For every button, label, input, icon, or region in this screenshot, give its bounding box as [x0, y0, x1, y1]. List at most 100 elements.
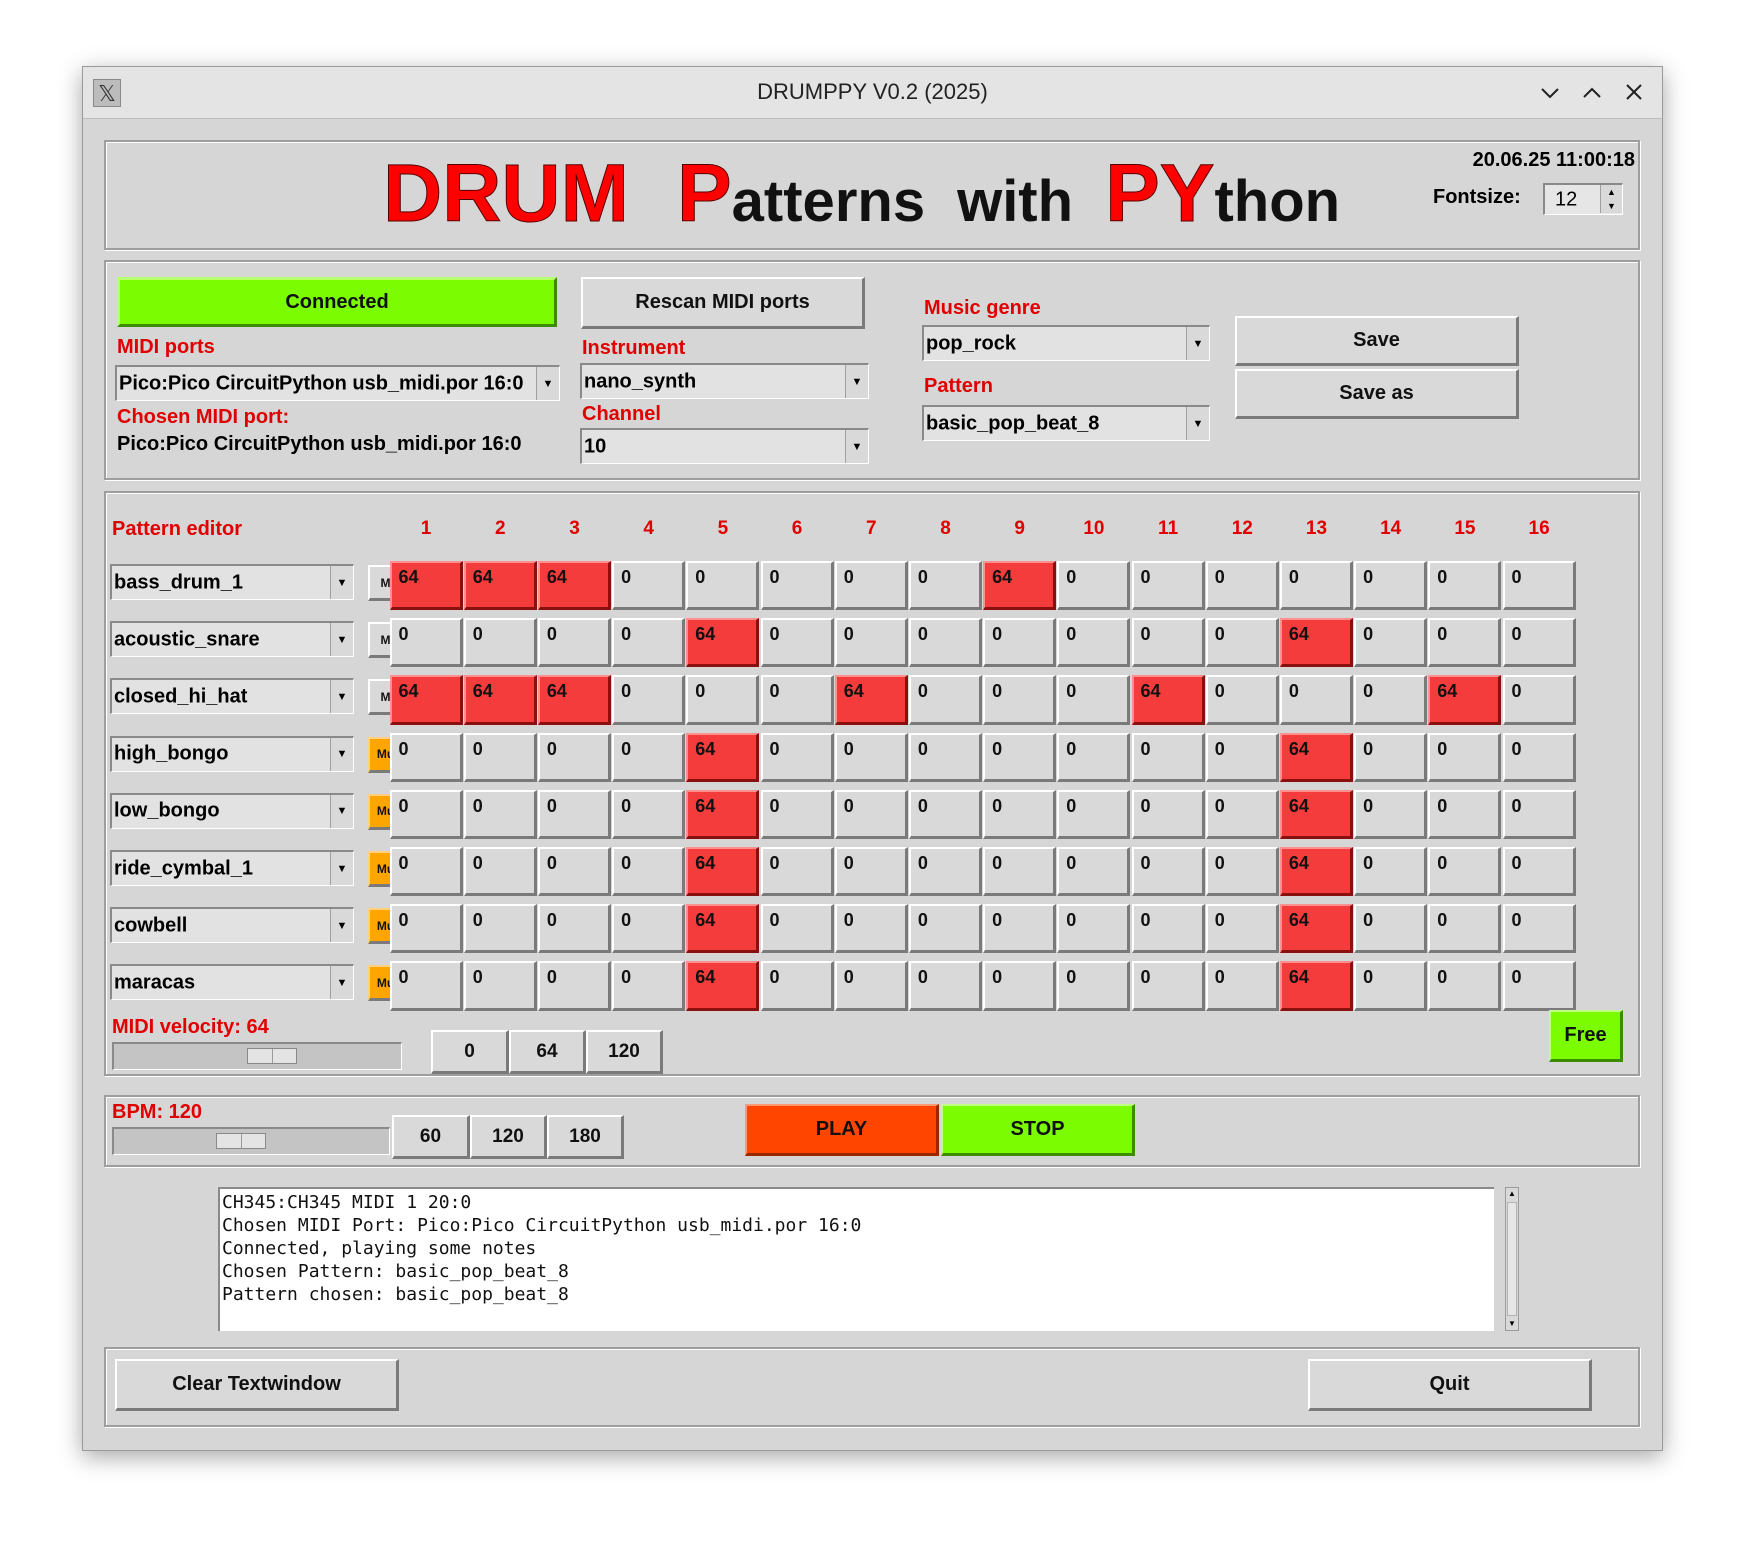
step-cell[interactable]: 0 [1354, 732, 1428, 782]
velocity-slider[interactable] [112, 1042, 402, 1070]
chevron-down-icon[interactable]: ▼ [330, 737, 353, 771]
step-cell[interactable]: 0 [1502, 675, 1576, 725]
step-cell[interactable]: 64 [463, 675, 537, 725]
step-cell[interactable]: 0 [1205, 561, 1279, 611]
step-cell[interactable]: 64 [983, 561, 1057, 611]
step-cell[interactable]: 64 [537, 561, 612, 611]
instrument-row-select[interactable]: ride_cymbal_1 ▼ [110, 850, 354, 886]
step-cell[interactable]: 0 [389, 789, 463, 839]
chevron-down-icon[interactable]: ▼ [1186, 407, 1209, 440]
step-cell[interactable]: 64 [686, 904, 760, 954]
step-cell[interactable]: 0 [760, 961, 834, 1011]
step-cell[interactable]: 0 [983, 675, 1057, 725]
step-cell[interactable]: 0 [908, 561, 983, 611]
step-cell[interactable]: 0 [463, 789, 537, 839]
clear-textwindow-button[interactable]: Clear Textwindow [115, 1359, 399, 1411]
step-cell[interactable]: 0 [1502, 618, 1576, 668]
step-cell[interactable]: 0 [983, 961, 1057, 1011]
step-cell[interactable]: 0 [1428, 732, 1502, 782]
step-cell[interactable]: 0 [834, 789, 908, 839]
step-cell[interactable]: 0 [1428, 961, 1502, 1011]
step-cell[interactable]: 64 [1279, 961, 1354, 1011]
step-cell[interactable]: 0 [908, 618, 983, 668]
chevron-down-icon[interactable]: ▼ [1186, 327, 1209, 360]
step-cell[interactable]: 0 [1057, 561, 1131, 611]
close-icon[interactable] [1619, 75, 1649, 109]
step-cell[interactable]: 64 [686, 618, 760, 668]
instrument-row-select[interactable]: high_bongo ▼ [110, 735, 354, 772]
save-as-button[interactable]: Save as [1235, 369, 1519, 419]
chevron-down-icon[interactable]: ▼ [330, 966, 353, 1000]
step-cell[interactable]: 0 [760, 904, 834, 954]
step-cell[interactable]: 0 [1428, 789, 1502, 839]
step-cell[interactable]: 0 [908, 961, 983, 1011]
step-cell[interactable]: 0 [834, 732, 908, 782]
log-scrollbar[interactable]: ▲ ▼ [1505, 1187, 1519, 1331]
step-cell[interactable]: 0 [834, 618, 908, 668]
step-cell[interactable]: 0 [612, 675, 686, 725]
step-cell[interactable]: 0 [1354, 675, 1428, 725]
step-cell[interactable]: 0 [1057, 618, 1131, 668]
step-cell[interactable]: 0 [537, 618, 612, 668]
step-cell[interactable]: 0 [760, 732, 834, 782]
step-cell[interactable]: 64 [1279, 847, 1354, 897]
quit-button[interactable]: Quit [1308, 1359, 1592, 1411]
step-cell[interactable]: 0 [463, 618, 537, 668]
step-cell[interactable]: 0 [1205, 618, 1279, 668]
step-cell[interactable]: 0 [983, 847, 1057, 897]
step-cell[interactable]: 0 [1057, 732, 1131, 782]
instrument-select[interactable]: nano_synth ▼ [580, 363, 869, 399]
bpm-preset-120[interactable]: 120 [470, 1115, 547, 1159]
step-cell[interactable]: 0 [686, 561, 760, 611]
step-cell[interactable]: 0 [983, 789, 1057, 839]
chevron-down-icon[interactable]: ▼ [330, 680, 353, 714]
step-cell[interactable]: 0 [983, 618, 1057, 668]
step-cell[interactable]: 0 [1502, 961, 1576, 1011]
scroll-thumb[interactable] [1507, 1202, 1517, 1316]
fontsize-spinbox[interactable]: 12 ▲ ▼ [1543, 183, 1623, 215]
step-cell[interactable]: 0 [760, 561, 834, 611]
step-cell[interactable]: 0 [612, 847, 686, 897]
maximize-icon[interactable] [1577, 75, 1607, 109]
step-cell[interactable]: 0 [834, 904, 908, 954]
step-cell[interactable]: 64 [686, 847, 760, 897]
step-cell[interactable]: 0 [908, 847, 983, 897]
step-cell[interactable]: 0 [612, 618, 686, 668]
velocity-preset-120[interactable]: 120 [586, 1030, 663, 1074]
step-cell[interactable]: 0 [834, 961, 908, 1011]
save-button[interactable]: Save [1235, 316, 1519, 366]
step-cell[interactable]: 0 [1354, 847, 1428, 897]
chevron-down-icon[interactable]: ▼ [330, 794, 353, 828]
step-cell[interactable]: 64 [1279, 618, 1354, 668]
pattern-select[interactable]: basic_pop_beat_8 ▼ [922, 405, 1210, 441]
step-cell[interactable]: 0 [1057, 789, 1131, 839]
step-cell[interactable]: 0 [389, 847, 463, 897]
instrument-row-select[interactable]: maracas ▼ [110, 964, 354, 1001]
chevron-down-icon[interactable]: ▼ [330, 623, 353, 657]
step-cell[interactable]: 0 [1131, 789, 1205, 839]
step-cell[interactable]: 64 [686, 961, 760, 1011]
step-cell[interactable]: 0 [1354, 561, 1428, 611]
free-button[interactable]: Free [1549, 1010, 1623, 1062]
step-cell[interactable]: 0 [1131, 732, 1205, 782]
scroll-down-icon[interactable]: ▼ [1506, 1318, 1518, 1330]
step-cell[interactable]: 0 [1131, 618, 1205, 668]
step-cell[interactable]: 0 [1205, 675, 1279, 725]
step-cell[interactable]: 0 [463, 732, 537, 782]
step-cell[interactable]: 0 [463, 847, 537, 897]
spin-arrows[interactable]: ▲ ▼ [1600, 185, 1622, 213]
step-cell[interactable]: 0 [908, 789, 983, 839]
step-cell[interactable]: 0 [983, 732, 1057, 782]
step-cell[interactable]: 0 [537, 961, 612, 1011]
step-cell[interactable]: 0 [1354, 904, 1428, 954]
step-cell[interactable]: 64 [1279, 732, 1354, 782]
step-cell[interactable]: 0 [463, 904, 537, 954]
step-cell[interactable]: 64 [686, 789, 760, 839]
channel-select[interactable]: 10 ▼ [580, 428, 869, 464]
step-cell[interactable]: 0 [612, 789, 686, 839]
instrument-row-select[interactable]: acoustic_snare ▼ [110, 621, 354, 658]
step-cell[interactable]: 0 [1057, 847, 1131, 897]
step-cell[interactable]: 0 [1502, 732, 1576, 782]
step-cell[interactable]: 0 [389, 961, 463, 1011]
step-cell[interactable]: 0 [1502, 789, 1576, 839]
